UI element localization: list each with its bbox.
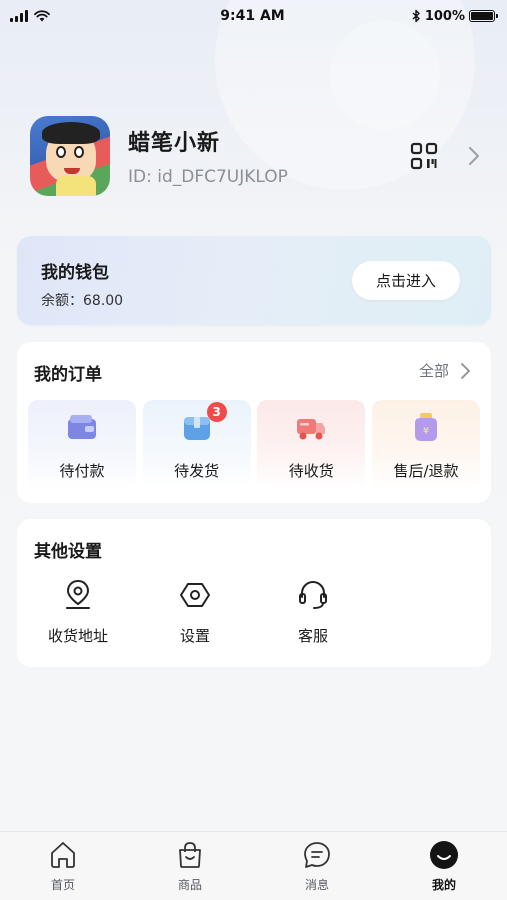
order-item-pending-payment[interactable]: 待付款 bbox=[28, 400, 136, 490]
tab-messages[interactable]: 消息 bbox=[277, 840, 357, 893]
order-item-pending-shipment[interactable]: 3 待发货 bbox=[142, 400, 251, 490]
tab-label: 消息 bbox=[304, 878, 329, 892]
order-badge-count: 3 bbox=[206, 402, 227, 422]
hexagon-gear-icon bbox=[180, 583, 210, 607]
wallet-balance: 余额：68.00 bbox=[41, 293, 124, 309]
tab-bar: 首页 商品 消息 我的 bbox=[0, 831, 507, 900]
tab-home[interactable]: 首页 bbox=[23, 840, 103, 893]
settings-title: 其他设置 bbox=[34, 542, 102, 562]
wallet-enter-button[interactable]: 点击进入 bbox=[352, 261, 460, 300]
headset-icon bbox=[299, 580, 327, 609]
orders-all-link[interactable]: 全部 bbox=[419, 360, 471, 381]
settings-list: 收货地址 设置 客服 bbox=[17, 579, 491, 659]
setting-item-settings[interactable]: 设置 bbox=[145, 579, 245, 646]
avatar-eye bbox=[56, 146, 66, 158]
wifi-icon bbox=[34, 10, 50, 22]
setting-item-label: 设置 bbox=[179, 627, 210, 645]
message-icon bbox=[304, 842, 330, 868]
wallet-card[interactable]: 我的钱包 余额：68.00 点击进入 bbox=[17, 236, 491, 325]
setting-item-address[interactable]: 收货地址 bbox=[28, 579, 128, 646]
order-item-after-sales[interactable]: ¥ 售后/退款 bbox=[371, 400, 480, 490]
status-left bbox=[10, 10, 130, 22]
setting-item-customer-service[interactable]: 客服 bbox=[263, 579, 363, 646]
wallet-title: 我的钱包 bbox=[41, 263, 109, 283]
battery-icon bbox=[469, 10, 498, 22]
avatar[interactable] bbox=[30, 116, 110, 196]
tab-label: 商品 bbox=[177, 878, 202, 892]
order-item-label: 待发货 bbox=[174, 462, 220, 480]
truck-icon bbox=[297, 419, 326, 440]
orders-all-label: 全部 bbox=[418, 362, 449, 380]
chevron-right-icon bbox=[461, 362, 470, 379]
profile-id: ID: id_DFC7UJKLOP bbox=[128, 167, 288, 187]
status-time: 9:41 AM bbox=[220, 8, 285, 24]
status-bar: 9:41 AM 100% bbox=[0, 0, 507, 32]
order-status-list: 待付款 3 待发货 待收货 ¥ 售后/退款 bbox=[28, 400, 480, 490]
refund-bag-icon: ¥ bbox=[414, 413, 437, 441]
svg-text:¥: ¥ bbox=[423, 426, 429, 437]
order-item-label: 售后/退款 bbox=[393, 462, 459, 480]
orders-card: 我的订单 全部 待付款 3 待发货 待收货 ¥ 售后/退款 bbox=[17, 342, 491, 503]
profile-info: 蜡笔小新 ID: id_DFC7UJKLOP bbox=[128, 125, 288, 187]
tab-profile[interactable]: 我的 bbox=[404, 840, 484, 893]
order-item-pending-receipt[interactable]: 待收货 bbox=[257, 400, 366, 490]
setting-item-label: 收货地址 bbox=[47, 627, 108, 645]
tab-products[interactable]: 商品 bbox=[150, 840, 230, 893]
shopping-bag-icon bbox=[179, 842, 201, 868]
tab-label: 我的 bbox=[431, 878, 456, 892]
order-item-label: 待付款 bbox=[59, 462, 105, 480]
bluetooth-icon bbox=[412, 9, 420, 23]
avatar-shirt bbox=[56, 176, 96, 196]
settings-card: 其他设置 收货地址 设置 客服 bbox=[17, 519, 491, 667]
qr-code-icon[interactable] bbox=[410, 142, 438, 170]
page: 9:41 AM 100% 蜡笔小新 ID: id_DFC7UJKLOP 我的钱包… bbox=[0, 0, 507, 900]
wallet-icon bbox=[68, 415, 96, 439]
profile-name: 蜡笔小新 bbox=[128, 131, 221, 156]
battery-percent: 100% bbox=[424, 8, 465, 24]
avatar-hair bbox=[42, 122, 100, 144]
setting-item-label: 客服 bbox=[297, 627, 328, 645]
order-item-label: 待收货 bbox=[288, 462, 334, 480]
background-decoration bbox=[330, 20, 440, 130]
profile-icon bbox=[430, 841, 458, 869]
location-pin-icon bbox=[66, 579, 90, 609]
profile-header[interactable]: 蜡笔小新 ID: id_DFC7UJKLOP bbox=[30, 116, 490, 196]
avatar-eye bbox=[74, 146, 84, 158]
tab-label: 首页 bbox=[50, 878, 75, 892]
orders-title: 我的订单 bbox=[34, 365, 102, 385]
signal-icon bbox=[10, 10, 28, 22]
battery-fill bbox=[471, 12, 493, 20]
home-icon bbox=[51, 842, 75, 868]
chevron-right-icon[interactable] bbox=[464, 144, 484, 168]
status-right: 100% bbox=[375, 8, 498, 24]
